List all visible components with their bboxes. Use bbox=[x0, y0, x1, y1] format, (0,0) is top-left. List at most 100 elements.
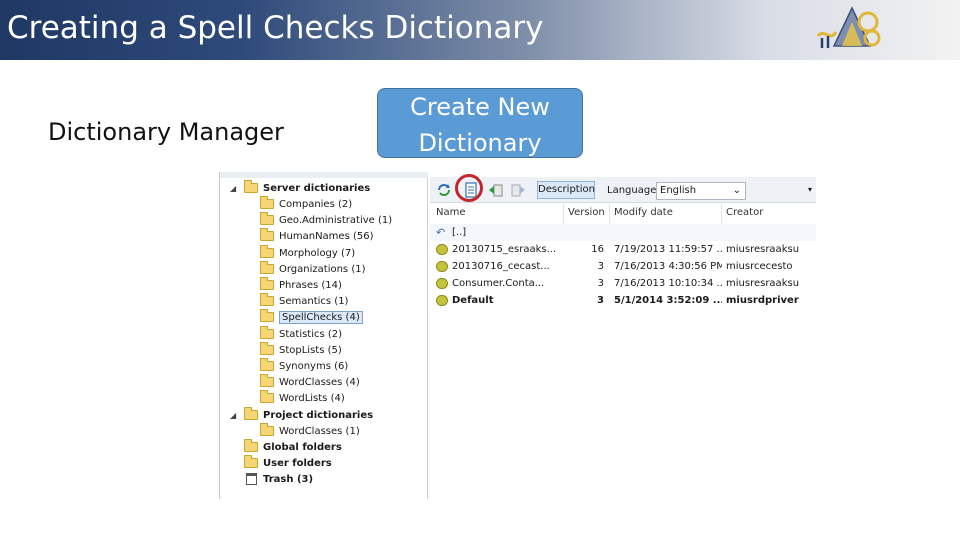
expand-arrow-icon[interactable]: ◢ bbox=[230, 184, 240, 193]
folder-icon bbox=[260, 423, 274, 436]
folder-icon bbox=[260, 293, 274, 306]
folder-icon bbox=[260, 261, 274, 274]
tree-node-statistics[interactable]: Statistics (2) bbox=[260, 326, 342, 342]
title-banner: Creating a Spell Checks Dictionary bbox=[0, 0, 960, 60]
tree-node-geo-administrative[interactable]: Geo.Administrative (1) bbox=[260, 212, 392, 228]
tree-node-wordlists[interactable]: WordLists (4) bbox=[260, 390, 345, 406]
dictionary-icon bbox=[436, 244, 448, 255]
highlight-ring bbox=[455, 174, 483, 202]
folder-icon bbox=[260, 245, 274, 258]
tree-node-user-folders[interactable]: User folders bbox=[244, 455, 332, 471]
dictionary-icon bbox=[436, 278, 448, 289]
language-label: Language bbox=[607, 185, 657, 196]
folder-icon bbox=[260, 374, 274, 387]
tree-node-human-names[interactable]: HumanNames (56) bbox=[260, 228, 373, 244]
tree-node-label: Companies (2) bbox=[279, 198, 353, 210]
tree-header-strip bbox=[220, 172, 428, 178]
tree-node-label: HumanNames (56) bbox=[279, 230, 374, 242]
tree-node-label: Synonyms (6) bbox=[279, 360, 349, 372]
chevron-down-icon: ⌄ bbox=[732, 185, 741, 196]
create-new-dictionary-callout: Create New Dictionary bbox=[377, 88, 583, 158]
tree-node-label: User folders bbox=[263, 457, 332, 469]
dictionary-tree: ◢ Server dictionaries Companies (2) Geo.… bbox=[220, 172, 428, 499]
dictionary-icon bbox=[436, 261, 448, 272]
tree-node-label: Geo.Administrative (1) bbox=[279, 214, 393, 226]
tree-node-label: Morphology (7) bbox=[279, 247, 356, 259]
folder-icon bbox=[260, 277, 274, 290]
slide-title: Creating a Spell Checks Dictionary bbox=[7, 10, 544, 46]
company-logo-icon bbox=[816, 6, 881, 48]
list-cell-modified: 7/16/2013 4:30:56 PM bbox=[614, 261, 722, 272]
trash-icon bbox=[246, 473, 257, 485]
dictionary-manager-screenshot: ◢ Server dictionaries Companies (2) Geo.… bbox=[219, 172, 816, 499]
list-row-default[interactable]: Default 3 5/1/2014 3:52:09 ... miusrdpri… bbox=[430, 292, 816, 309]
dictionary-list-pane: Description Language English ⌄ ▾ Name Ve… bbox=[430, 172, 816, 499]
tree-node-phrases[interactable]: Phrases (14) bbox=[260, 277, 342, 293]
tree-node-companies[interactable]: Companies (2) bbox=[260, 196, 352, 212]
tree-node-label: Semantics (1) bbox=[279, 295, 349, 307]
up-folder-icon: ↶ bbox=[436, 226, 446, 239]
tree-node-synonyms[interactable]: Synonyms (6) bbox=[260, 358, 348, 374]
tree-node-global-folders[interactable]: Global folders bbox=[244, 439, 342, 455]
dictionary-icon bbox=[436, 295, 448, 306]
folder-icon bbox=[260, 228, 274, 241]
expand-arrow-icon[interactable]: ◢ bbox=[230, 411, 240, 420]
language-select-value: English bbox=[660, 185, 697, 196]
tree-node-label: WordLists (4) bbox=[279, 392, 345, 404]
tree-node-label: Trash (3) bbox=[263, 473, 314, 485]
description-button[interactable]: Description bbox=[537, 181, 595, 199]
list-cell-version: 3 bbox=[597, 295, 604, 306]
list-cell-name: 20130715_esraaks... bbox=[452, 244, 557, 255]
tree-node-label: WordClasses (1) bbox=[279, 425, 360, 437]
column-header-name[interactable]: Name bbox=[434, 204, 564, 224]
tree-node-semantics[interactable]: Semantics (1) bbox=[260, 293, 348, 309]
folder-icon bbox=[260, 390, 274, 403]
column-header-modify-date[interactable]: Modify date bbox=[612, 204, 722, 224]
list-row[interactable]: 20130715_esraaks... 16 7/19/2013 11:59:5… bbox=[430, 241, 816, 258]
tree-node-trash[interactable]: Trash (3) bbox=[244, 471, 313, 487]
folder-icon bbox=[244, 455, 258, 468]
list-row[interactable]: Consumer.Conta... 3 7/16/2013 10:10:34 .… bbox=[430, 275, 816, 292]
export-icon[interactable] bbox=[510, 182, 526, 198]
list-cell-modified: 5/1/2014 3:52:09 ... bbox=[614, 295, 722, 306]
tree-node-label: Phrases (14) bbox=[279, 279, 342, 291]
list-row-parent[interactable]: ↶ [..] bbox=[430, 224, 816, 241]
import-icon[interactable] bbox=[488, 182, 504, 198]
folder-icon bbox=[260, 212, 274, 225]
tree-node-label: Global folders bbox=[263, 441, 342, 453]
list-cell-name: [..] bbox=[452, 227, 467, 238]
list-cell-name: Default bbox=[452, 295, 494, 306]
tree-node-project-wordclasses[interactable]: WordClasses (1) bbox=[260, 423, 360, 439]
language-select[interactable]: English ⌄ bbox=[656, 182, 746, 200]
tree-node-wordclasses[interactable]: WordClasses (4) bbox=[260, 374, 360, 390]
dictionary-manager-label: Dictionary Manager bbox=[48, 118, 284, 146]
folder-icon bbox=[260, 196, 274, 209]
folder-icon bbox=[260, 342, 274, 355]
toolbar-overflow-icon[interactable]: ▾ bbox=[808, 185, 812, 194]
dictionary-toolbar: Description Language English ⌄ ▾ bbox=[430, 177, 816, 203]
tree-node-spellchecks[interactable]: SpellChecks (4) bbox=[260, 309, 363, 325]
tree-node-label: WordClasses (4) bbox=[279, 376, 360, 388]
list-cell-version: 3 bbox=[597, 278, 604, 289]
folder-icon bbox=[260, 309, 274, 322]
column-header-creator[interactable]: Creator bbox=[724, 204, 814, 224]
list-cell-version: 16 bbox=[591, 244, 604, 255]
tree-node-server-dictionaries[interactable]: ◢ Server dictionaries bbox=[230, 180, 370, 196]
tree-node-morphology[interactable]: Morphology (7) bbox=[260, 245, 355, 261]
tree-node-label: Statistics (2) bbox=[279, 328, 343, 340]
list-cell-modified: 7/16/2013 10:10:34 ... bbox=[614, 278, 722, 289]
list-cell-modified: 7/19/2013 11:59:57 ... bbox=[614, 244, 722, 255]
list-row[interactable]: 20130716_cecast... 3 7/16/2013 4:30:56 P… bbox=[430, 258, 816, 275]
folder-icon bbox=[260, 358, 274, 371]
refresh-icon[interactable] bbox=[436, 182, 452, 198]
column-header-version[interactable]: Version bbox=[566, 204, 610, 224]
folder-icon bbox=[244, 180, 258, 193]
folder-icon bbox=[244, 439, 258, 452]
tree-node-label-selected: SpellChecks (4) bbox=[279, 310, 363, 324]
tree-node-stoplists[interactable]: StopLists (5) bbox=[260, 342, 342, 358]
tree-node-organizations[interactable]: Organizations (1) bbox=[260, 261, 365, 277]
tree-node-label: StopLists (5) bbox=[279, 344, 342, 356]
tree-node-label: Organizations (1) bbox=[279, 263, 366, 275]
list-cell-name: 20130716_cecast... bbox=[452, 261, 550, 272]
tree-node-project-dictionaries[interactable]: ◢ Project dictionaries bbox=[230, 407, 373, 423]
